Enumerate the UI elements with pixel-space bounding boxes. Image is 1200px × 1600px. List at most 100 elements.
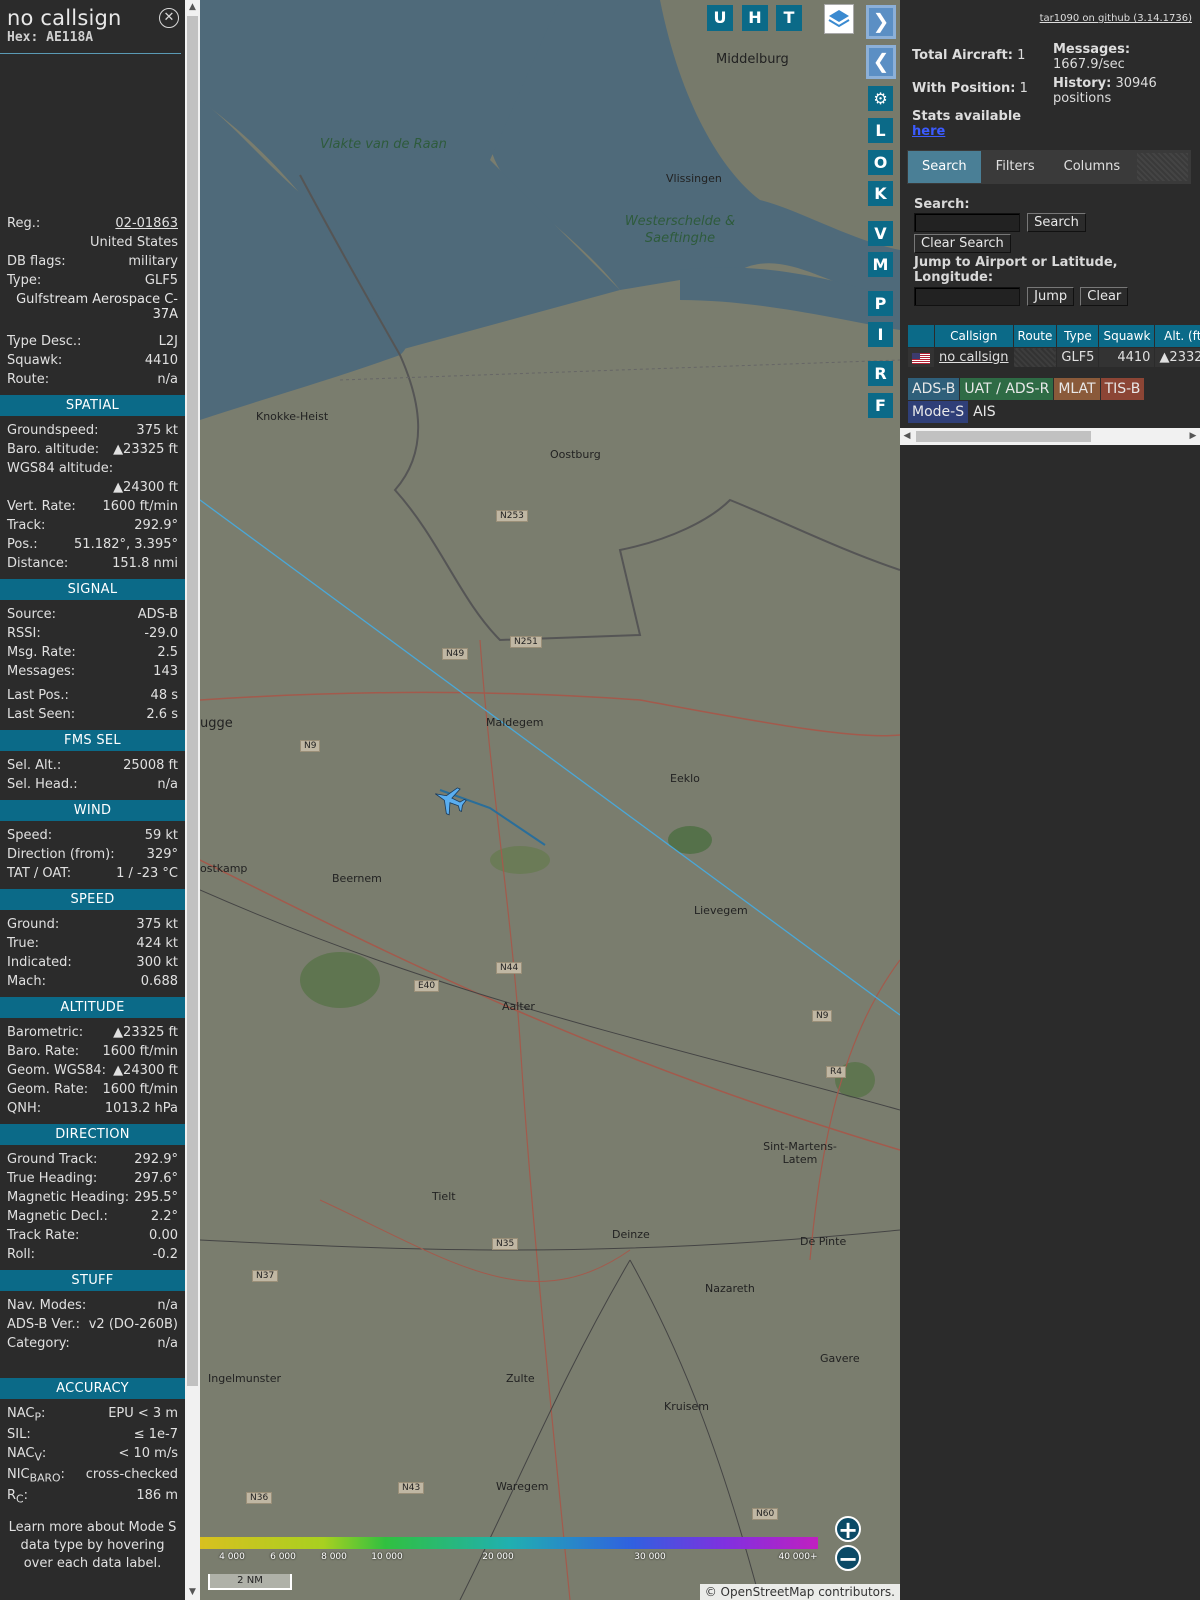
table-horizontal-scrollbar[interactable]: ◀ ▶ [900,428,1200,445]
github-link[interactable]: tar1090 on github (3.14.1736) [1040,13,1192,24]
info-row: Track Rate: 0.00 [0,1226,185,1245]
section-header-altitude: ALTITUDE [0,997,185,1018]
x-circle-icon[interactable]: ✕ [159,8,179,28]
info-value: 1600 ft/min [102,1044,178,1059]
info-value: 300 kt [136,955,178,970]
table-row[interactable]: no callsign GLF5 4410 ▲23325 [907,347,1200,368]
map-button-i[interactable]: I [868,322,893,347]
row-callsign[interactable]: no callsign [934,347,1014,368]
scroll-down-icon[interactable]: ▼ [185,1585,200,1600]
info-label: Roll: [7,1247,36,1262]
info-label: Geom. Rate: [7,1082,89,1097]
info-value: 329° [146,847,178,862]
panel-tabs: Search Filters Columns [907,150,1191,184]
col-callsign[interactable]: Callsign [934,324,1014,348]
scroll-thumb[interactable] [187,16,198,1386]
row-route [1012,347,1058,368]
map-button-f[interactable]: F [868,393,893,418]
search-button[interactable]: Search [1027,213,1086,232]
info-label: NACV: [7,1446,47,1464]
road-shield: N36 [246,1492,273,1504]
detail-row: Squawk: 4410 [0,351,185,370]
info-value: ▲24300 ft [113,1063,178,1078]
map-button-l[interactable]: L [868,118,893,143]
info-label: Baro. altitude: [7,442,100,457]
source-tisb: TIS-B [1100,378,1145,400]
info-label: Track Rate: [7,1228,80,1243]
detail-label: Squawk: [7,353,63,368]
tab-filters[interactable]: Filters [982,151,1049,183]
info-value: 2.2° [150,1209,178,1224]
source-uat: UAT / ADS-R [960,378,1054,400]
aircraft-list-panel: tar1090 on github (3.14.1736) Total Airc… [900,0,1200,1600]
map-button-k[interactable]: K [868,181,893,206]
info-label: WGS84 altitude: [7,461,114,476]
scroll-up-icon[interactable]: ▲ [185,0,200,15]
detail-value: L2J [158,334,178,349]
info-label: Track: [7,518,46,533]
map-button-t[interactable]: T [776,5,802,31]
tab-columns[interactable]: Columns [1050,151,1135,183]
info-value: n/a [157,1298,178,1313]
info-label: Direction (from): [7,847,115,862]
layers-button[interactable] [824,4,854,34]
hscroll-thumb[interactable] [916,431,1091,442]
info-label: Magnetic Decl.: [7,1209,108,1224]
map-button-m[interactable]: M [868,252,893,277]
col-altitude[interactable]: Alt. (ft) [1154,324,1200,348]
place-label: Beernem [332,872,382,885]
left-panel-scrollbar[interactable]: ▲ ▼ [185,0,200,1600]
info-value: 375 kt [136,423,178,438]
map-button-r[interactable]: R [868,361,893,386]
map-button-v[interactable]: V [868,221,893,246]
chevron-right-icon[interactable]: ❯ [866,5,896,39]
chevron-left-icon[interactable]: ❮ [866,45,896,79]
info-row: Baro. altitude: ▲23325 ft [0,440,185,459]
place-label: Aalter [502,1000,535,1013]
col-type[interactable]: Type [1056,324,1100,348]
map-view[interactable]: Middelburg Vlissingen Knokke-Heist Oostburg… [200,0,900,1600]
col-route[interactable]: Route [1012,324,1058,348]
scroll-left-icon[interactable]: ◀ [900,428,914,445]
info-value: 1600 ft/min [102,499,178,514]
aircraft-table: Callsign Route Type Squawk Alt. (ft) S n… [907,324,1200,368]
scroll-right-icon[interactable]: ▶ [1186,428,1200,445]
stats-link[interactable]: here [912,124,945,139]
registration-link[interactable]: 02-01863 [115,214,178,233]
gear-icon[interactable]: ⚙ [868,86,893,111]
detail-value: 4410 [144,353,178,368]
jump-button[interactable]: Jump [1027,287,1075,306]
info-value: 25008 ft [123,758,178,773]
col-flag[interactable] [907,324,935,348]
map-button-u[interactable]: U [707,5,733,31]
search-input[interactable] [914,213,1020,232]
tab-search[interactable]: Search [908,151,981,183]
info-row: NICBARO: cross-checked [0,1465,185,1486]
info-value: ▲23325 ft [113,1025,178,1040]
info-row: Roll: -0.2 [0,1245,185,1264]
jump-input[interactable] [914,287,1020,306]
info-row: SIL: ≤ 1e-7 [0,1425,185,1444]
info-label: RC: [7,1488,28,1506]
info-row: True Heading: 297.6° [0,1169,185,1188]
altitude-label: 10 000 [371,1552,403,1562]
map-button-o[interactable]: O [868,150,893,175]
clear-search-button[interactable]: Clear Search [914,234,1011,253]
zoom-in-button[interactable]: + [835,1516,861,1542]
info-row: Barometric: ▲23325 ft [0,1023,185,1042]
map-attribution[interactable]: © OpenStreetMap contributors. [699,1584,900,1600]
info-value: -0.2 [152,1247,178,1262]
clear-jump-button[interactable]: Clear [1080,287,1129,306]
altitude-label: 30 000 [634,1552,666,1562]
info-label: Pos.: [7,537,38,552]
info-row: Magnetic Decl.: 2.2° [0,1207,185,1226]
col-squawk[interactable]: Squawk [1098,324,1156,348]
info-row: Geom. Rate: 1600 ft/min [0,1080,185,1099]
map-button-h[interactable]: H [742,5,768,31]
info-row: RSSI: -29.0 [0,624,185,643]
detail-value: United States [89,235,178,250]
map-button-p[interactable]: P [868,291,893,316]
info-label: Magnetic Heading: [7,1190,130,1205]
aircraft-callsign: no callsign [7,6,122,30]
detail-label: Type Desc.: [7,334,82,349]
